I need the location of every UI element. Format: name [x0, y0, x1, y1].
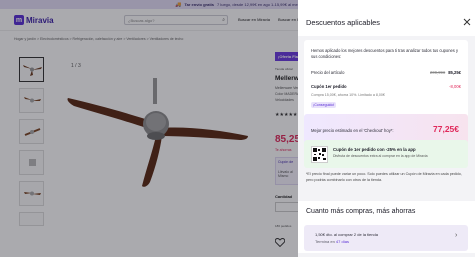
coupon-detail: Compra 15,00€, ahorra 10%. Limitado a 8,… — [311, 93, 385, 97]
store-offer-card[interactable]: 1,50€ dto. al comprar 2 de la tienda Ter… — [304, 225, 468, 251]
panel-title: Descuentos aplicables — [306, 18, 380, 27]
app-coupon-card[interactable]: Cupón de 1er pedido con -25% en la app D… — [304, 140, 468, 168]
discount-intro: Hemos aplicado los mejores descuentos pa… — [311, 48, 458, 59]
store-offer-text: 1,50€ dto. al comprar 2 de la tienda — [315, 232, 378, 237]
item-price-value: 85,25€ — [448, 70, 461, 75]
item-price-label: Precio del artículo — [311, 70, 345, 75]
panel-header: Descuentos aplicables — [298, 0, 475, 36]
estimate-label: Mejor precio estimado en el 'Checkout' h… — [311, 128, 394, 133]
coupon-label: Cupón 1er pedido — [311, 84, 347, 89]
store-offer-expiry: Termina en 47 días — [315, 239, 349, 244]
item-price-old: 209,99€ — [430, 70, 446, 75]
buy-more-section: Cuanto más compras, más ahorras 1,50€ dt… — [298, 201, 475, 253]
discounts-panel: Descuentos aplicables Hemos aplicado los… — [298, 0, 475, 257]
item-price-row: Precio del artículo 209,99€ 85,25€ — [311, 70, 461, 75]
chevron-right-icon[interactable]: › — [455, 232, 457, 239]
coupon-value: -8,00€ — [449, 84, 461, 89]
price-footnote: *El precio final puede variar un poco. S… — [306, 172, 462, 182]
app-coupon-title: Cupón de 1er pedido con -25% en la app — [333, 147, 416, 152]
estimate-price: 77,25€ — [433, 124, 459, 134]
buy-more-title: Cuanto más compras, más ahorras — [306, 208, 416, 215]
coupon-obtained-badge: ¡Conseguido! — [311, 102, 337, 108]
store-offer-expiry-days: 47 días — [335, 239, 350, 244]
qr-code-icon — [313, 148, 326, 161]
store-offer-expiry-prefix: Termina en — [315, 239, 336, 244]
close-button[interactable] — [462, 17, 472, 27]
coupon-row: Cupón 1er pedido -8,00€ — [311, 84, 461, 89]
close-icon — [463, 18, 471, 26]
app-coupon-subtitle: Disfruta de descuentos extra al comprar … — [333, 154, 428, 158]
panel-body: Hemos aplicado los mejores descuentos pa… — [298, 36, 475, 257]
qr-code — [311, 146, 328, 163]
